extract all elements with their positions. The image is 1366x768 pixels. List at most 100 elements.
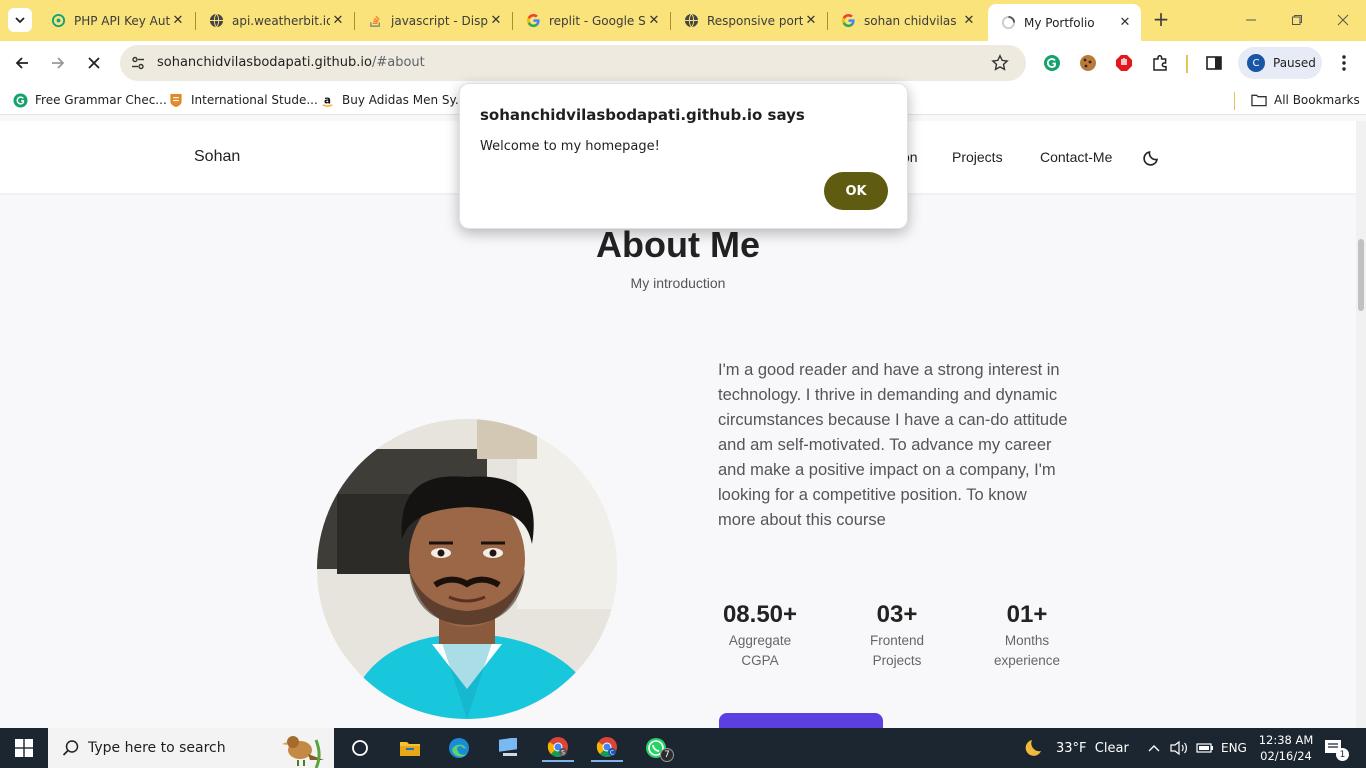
close-icon[interactable]: ✕ — [646, 13, 662, 29]
avatar: C — [1247, 54, 1265, 72]
bookmark-adidas[interactable]: a Buy Adidas Men Sy... — [319, 91, 466, 109]
nav-link-projects[interactable]: Projects — [952, 149, 1003, 165]
tab-php-api[interactable]: PHP API Key Aut ✕ — [38, 4, 194, 37]
chrome-profile-s-button[interactable]: S — [542, 734, 574, 762]
taskbar-clock[interactable]: 12:38 AM 02/16/24 — [1258, 732, 1314, 764]
notification-center-button[interactable]: 1 — [1324, 728, 1349, 768]
windows-logo-icon — [15, 739, 33, 757]
arrow-left-icon — [15, 57, 28, 69]
file-explorer-button[interactable] — [394, 734, 426, 762]
chrome-icon: S — [547, 737, 568, 757]
whatsapp-badge: 7 — [660, 748, 674, 762]
stat-label-line2: experience — [993, 653, 1061, 668]
scrollbar-thumb[interactable] — [1358, 239, 1364, 311]
weather-widget[interactable]: 33°F Clear — [1024, 728, 1129, 768]
grammarly-icon — [12, 92, 28, 108]
page-scrollbar[interactable] — [1356, 121, 1366, 728]
profile-button[interactable]: C Paused — [1238, 47, 1322, 79]
tab-weatherbit[interactable]: api.weatherbit.io ✕ — [196, 4, 354, 37]
start-button[interactable] — [0, 728, 48, 768]
task-view-button[interactable] — [344, 734, 376, 762]
search-placeholder: Type here to search — [88, 740, 226, 756]
chevron-down-icon — [15, 17, 25, 24]
volume-button[interactable] — [1170, 728, 1188, 768]
extensions-puzzle-icon[interactable] — [1149, 52, 1171, 74]
url-path: /#about — [371, 55, 425, 70]
chevron-up-icon — [1148, 745, 1160, 752]
tab-strip: PHP API Key Aut ✕ api.weatherbit.io ✕ ja… — [0, 0, 1366, 41]
browser-menu-icon[interactable] — [1333, 52, 1355, 74]
restore-button[interactable] — [1274, 8, 1320, 32]
side-panel-icon[interactable] — [1203, 52, 1225, 74]
stop-loading-button[interactable] — [82, 51, 106, 75]
alert-dialog: sohanchidvilasbodapati.github.io says We… — [459, 83, 908, 229]
close-icon[interactable]: ✕ — [170, 13, 186, 29]
svg-text:a: a — [324, 94, 331, 106]
new-tab-button[interactable]: + — [1151, 9, 1171, 30]
taskbar-search-box[interactable]: Type here to search — [48, 728, 334, 768]
weather-text: 33°F Clear — [1056, 740, 1129, 756]
language-indicator[interactable]: ENG — [1221, 728, 1247, 768]
adblock-extension-icon[interactable] — [1113, 52, 1135, 74]
stat-label-line2: Projects — [872, 653, 922, 668]
moon-icon[interactable] — [1143, 148, 1161, 170]
restore-icon — [1292, 15, 1302, 25]
university-shield-icon — [168, 92, 184, 108]
tab-replit[interactable]: replit - Google S ✕ — [513, 4, 670, 37]
close-icon[interactable]: ✕ — [803, 13, 819, 29]
stat-number: 03+ — [876, 601, 918, 628]
site-logo[interactable]: Sohan — [194, 148, 240, 166]
stat-experience: 01+ Months experience — [967, 601, 1087, 671]
stat-label-line1: Frontend — [869, 633, 925, 648]
speaker-icon — [1170, 740, 1187, 756]
clock-date: 02/16/24 — [1260, 749, 1312, 763]
svg-text:S: S — [561, 750, 565, 757]
close-icon[interactable]: ✕ — [488, 13, 504, 29]
bookmark-grammar[interactable]: Free Grammar Chec... — [12, 91, 167, 109]
close-icon[interactable]: ✕ — [330, 13, 346, 29]
all-bookmarks-button[interactable]: All Bookmarks — [1251, 91, 1360, 109]
close-window-button[interactable] — [1320, 8, 1366, 32]
loading-icon — [1000, 15, 1016, 31]
nav-link-contact[interactable]: Contact-Me — [1040, 149, 1112, 165]
tab-title: PHP API Key Aut — [74, 13, 170, 28]
cookie-extension-icon[interactable] — [1077, 52, 1099, 74]
tab-title: javascript - Disp — [391, 13, 488, 28]
bookmark-star-icon[interactable] — [991, 54, 1009, 76]
profile-status: Paused — [1273, 56, 1316, 70]
tab-title: sohan chidvilas — [864, 13, 957, 28]
search-icon — [62, 740, 79, 756]
edge-button[interactable] — [443, 734, 475, 762]
forward-button[interactable] — [46, 51, 70, 75]
close-icon[interactable]: ✕ — [961, 13, 977, 29]
google-icon — [840, 13, 856, 29]
show-hidden-icons[interactable] — [1148, 728, 1160, 768]
chrome-icon: C — [596, 737, 617, 757]
tab-sohan-chidvilas[interactable]: sohan chidvilas ✕ — [828, 4, 985, 37]
download-cv-button[interactable] — [719, 713, 883, 728]
address-bar[interactable]: sohanchidvilasbodapati.github.io/#about — [120, 45, 1026, 81]
remote-desktop-button[interactable] — [493, 734, 525, 762]
globe-icon — [683, 13, 699, 29]
tab-javascript[interactable]: javascript - Disp ✕ — [355, 4, 512, 37]
clock-time: 12:38 AM — [1258, 733, 1314, 747]
tab-search-button[interactable] — [8, 8, 32, 32]
tab-responsive-portfolio[interactable]: Responsive portf ✕ — [671, 4, 827, 37]
tab-my-portfolio[interactable]: My Portfolio ✕ — [988, 4, 1141, 41]
close-icon[interactable]: ✕ — [1117, 15, 1133, 31]
url-text: sohanchidvilasbodapati.github.io/#about — [157, 55, 425, 70]
back-button[interactable] — [10, 51, 34, 75]
ok-button[interactable]: OK — [824, 172, 888, 210]
chrome-profile-c-button[interactable]: C — [591, 734, 623, 762]
bookmarks-divider — [1234, 92, 1235, 110]
bookmark-international-student[interactable]: International Stude... — [168, 91, 318, 109]
site-info-icon[interactable] — [130, 55, 146, 75]
whatsapp-button[interactable]: 7 — [640, 734, 674, 762]
battery-button[interactable] — [1196, 728, 1214, 768]
task-view-icon — [352, 740, 368, 756]
profile-photo — [317, 419, 617, 719]
close-icon — [88, 57, 100, 69]
minimize-button[interactable] — [1228, 8, 1274, 32]
grammarly-extension-icon[interactable] — [1041, 52, 1063, 74]
bookmark-label: Free Grammar Chec... — [35, 93, 167, 107]
